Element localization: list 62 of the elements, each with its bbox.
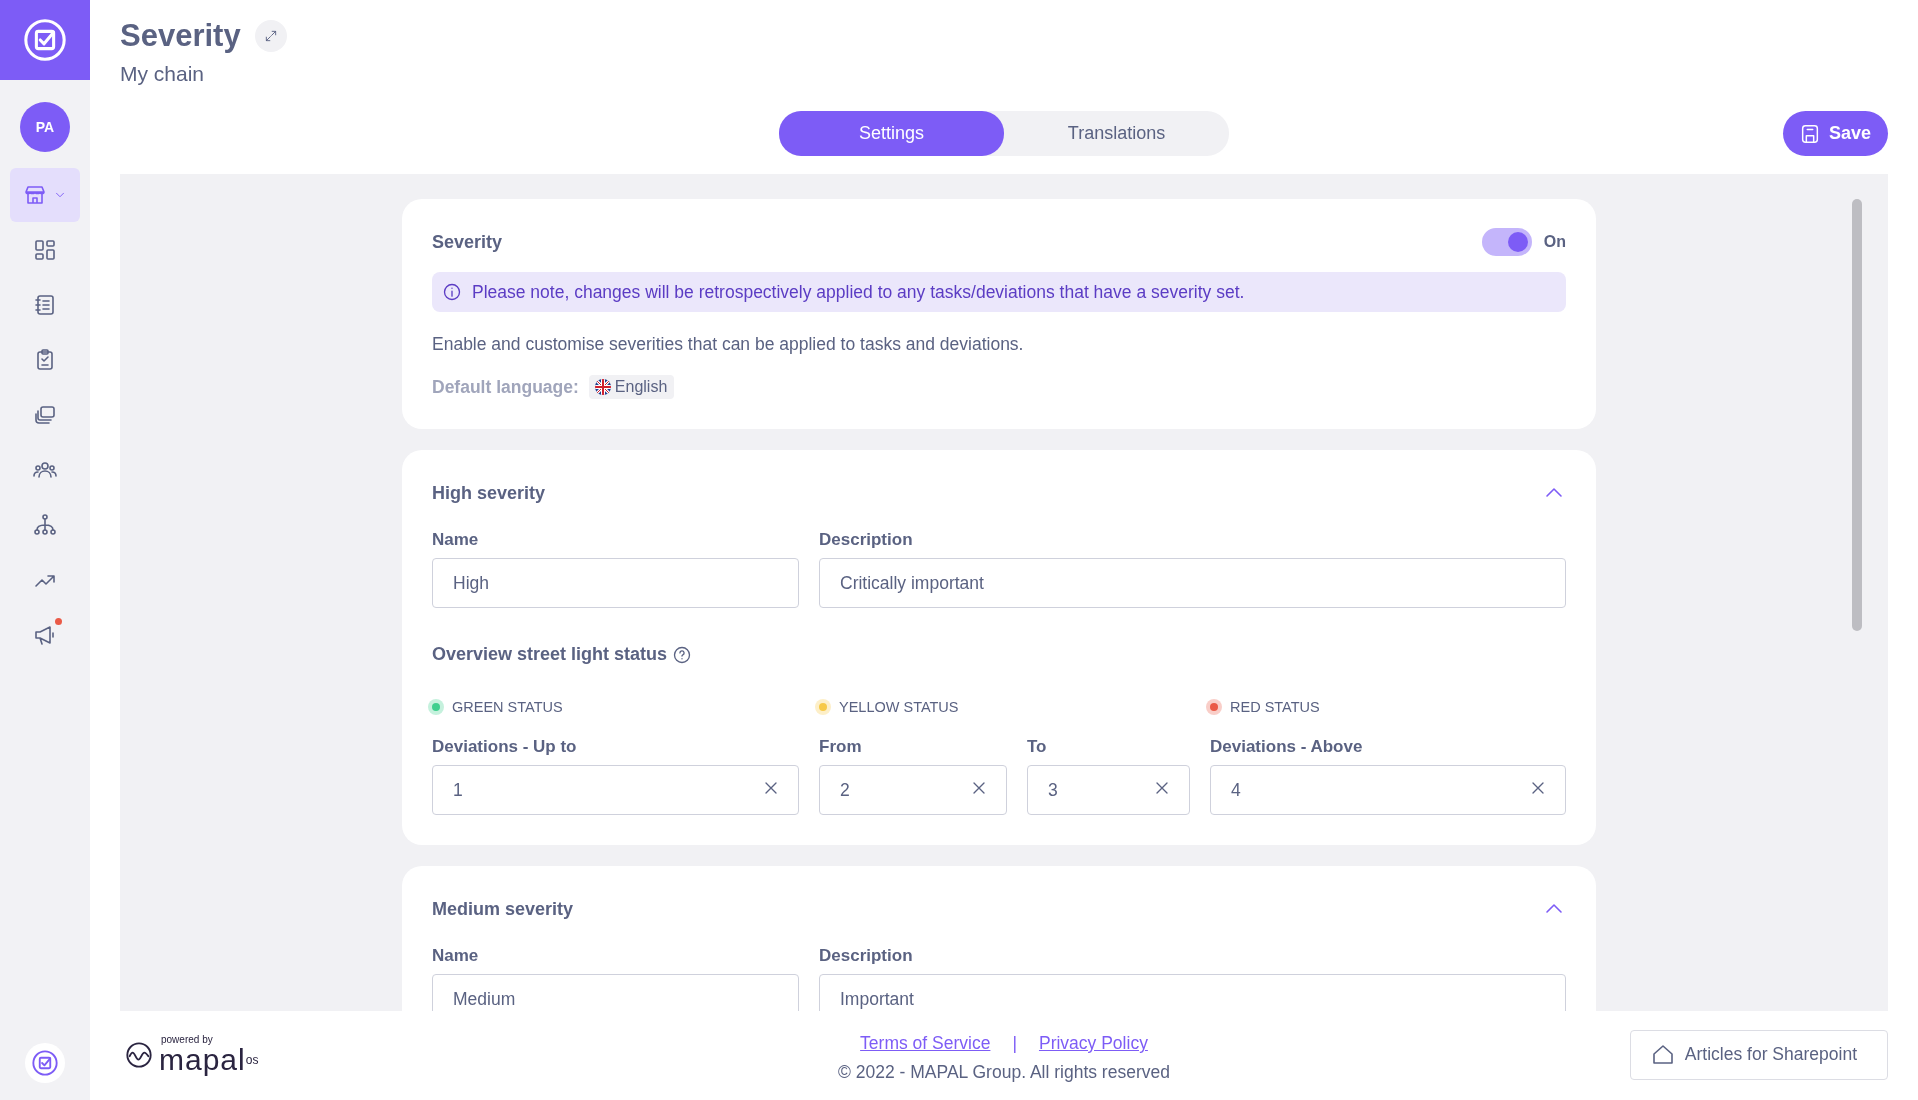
page-subtitle: My chain: [120, 62, 206, 86]
section-title: Overview street light status: [432, 644, 668, 665]
toggle-label: On: [1543, 233, 1566, 251]
save-button[interactable]: Save: [1782, 111, 1888, 156]
terms-link[interactable]: Terms of Service: [860, 1033, 991, 1054]
toggle-switch[interactable]: [1481, 228, 1532, 256]
input-field[interactable]: 4: [1210, 765, 1566, 815]
input-field[interactable]: Critically important: [819, 558, 1566, 608]
input-field[interactable]: 2: [819, 765, 1007, 815]
copyright-text: © 2022 - MAPAL Group. All rights reserved: [838, 1062, 1170, 1083]
notification-dot: [55, 618, 62, 625]
card-title: Severity: [432, 231, 503, 253]
powered-by-text: powered by: [161, 1034, 214, 1045]
help-icon: [672, 644, 693, 665]
description-text: Enable and customise severities that can be applied to tasks and deviations.: [432, 334, 1025, 355]
input-field[interactable]: 1: [432, 765, 799, 815]
house-icon: [1650, 1042, 1675, 1067]
info-icon: [442, 282, 462, 302]
status-label: RED STATUS: [1230, 699, 1320, 715]
stacked-cards-icon: [33, 403, 57, 427]
uk-flag-icon: [594, 379, 611, 395]
megaphone-icon: [33, 623, 57, 647]
status-label: YELLOW STATUS: [839, 699, 959, 715]
field-label: Description: [819, 946, 914, 966]
notebook-icon: [33, 293, 57, 317]
user-avatar[interactable]: PA: [20, 102, 70, 152]
app-logo[interactable]: [0, 0, 90, 80]
input-field[interactable]: High: [432, 558, 799, 608]
field-label: Name: [432, 530, 480, 550]
language-name: English: [614, 378, 668, 396]
checkbox-logo-icon: [22, 17, 68, 63]
privacy-link[interactable]: Privacy Policy: [1038, 1033, 1148, 1054]
checkbox-logo-icon: [31, 1049, 59, 1077]
notice-text: Please note, changes will be retrospectively applied to any tasks/deviations that have a severity set.: [472, 281, 1245, 303]
expand-icon: [263, 29, 278, 43]
page-title: Severity: [120, 18, 241, 54]
hierarchy-icon: [33, 513, 57, 537]
language-label: Default language:: [432, 376, 579, 398]
scrollbar[interactable]: [1852, 199, 1862, 631]
dashboard-icon: [33, 238, 57, 262]
status-label: GREEN STATUS: [452, 699, 563, 715]
input-field[interactable]: Important: [819, 974, 1566, 1011]
field-label: Deviations - Up to: [432, 737, 578, 757]
input-field[interactable]: Medium: [432, 974, 799, 1011]
card-title: Medium severity: [432, 898, 574, 920]
field-label: From: [819, 737, 863, 757]
field-label: Deviations - Above: [1210, 737, 1364, 757]
wave-logo-icon: [125, 1040, 153, 1069]
store-icon: [23, 183, 47, 207]
input-field[interactable]: 3: [1027, 765, 1190, 815]
app-logo[interactable]: [25, 1043, 65, 1083]
sidebar-item[interactable]: [10, 168, 80, 222]
tab[interactable]: Translations: [1004, 110, 1229, 156]
field-label: To: [1027, 737, 1048, 757]
tab[interactable]: Settings: [779, 110, 1004, 156]
help-articles-button[interactable]: Articles for Sharepoint: [1629, 1029, 1888, 1080]
link-separator: |: [1012, 1033, 1017, 1054]
card-title: High severity: [432, 482, 546, 504]
expand-button[interactable]: [254, 20, 287, 52]
field-label: Name: [432, 946, 480, 966]
brand-logo: mapal$^{os}$: [159, 1044, 259, 1075]
field-label: Description: [819, 530, 914, 550]
